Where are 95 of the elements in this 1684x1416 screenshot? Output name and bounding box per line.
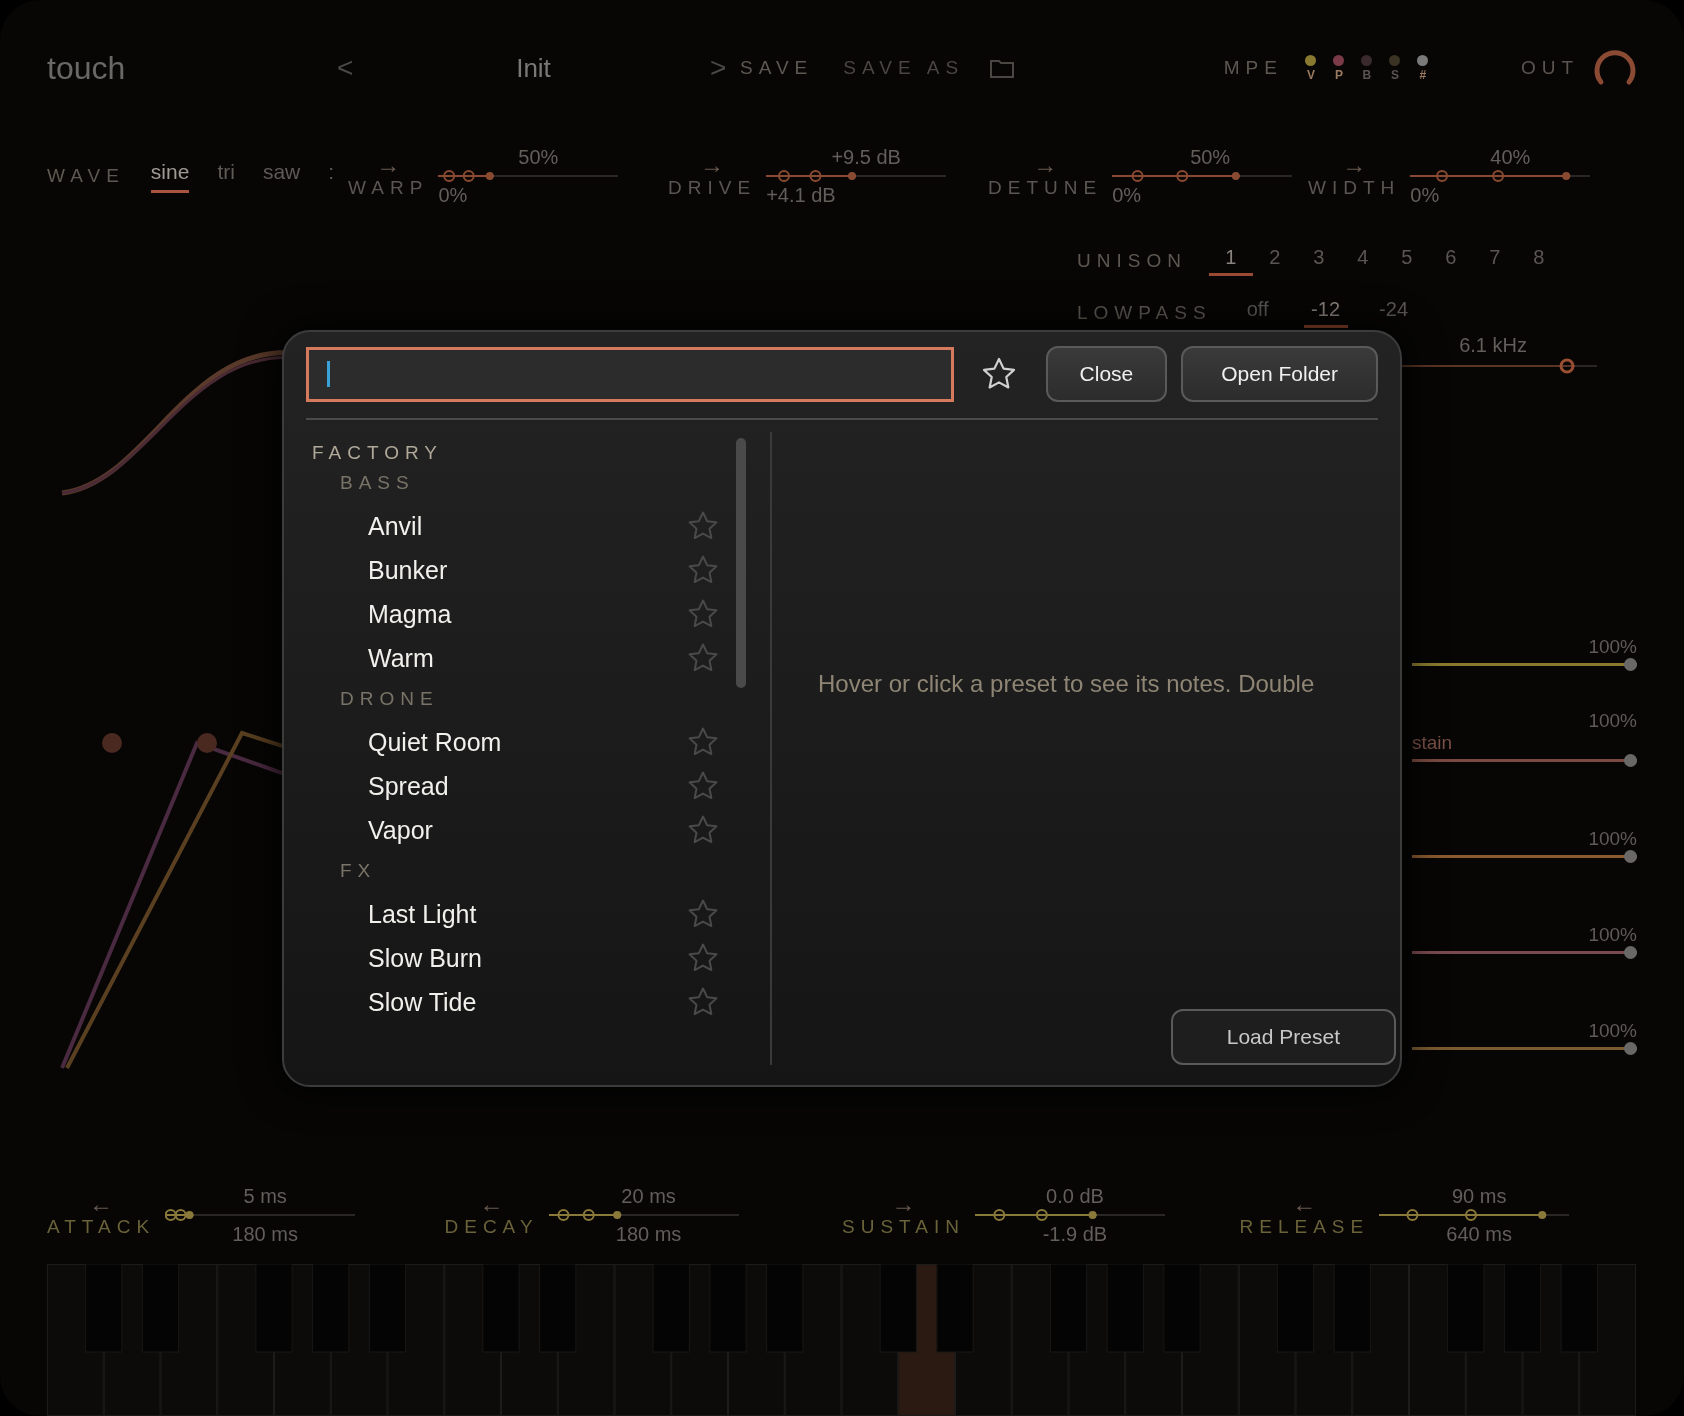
max-value: 90 ms xyxy=(1451,1185,1507,1207)
range-slider[interactable] xyxy=(766,168,947,184)
voice-count-option[interactable]: 2 xyxy=(1252,246,1297,276)
arrow-icon: → xyxy=(1033,153,1058,177)
preset-item[interactable]: Spread xyxy=(368,771,686,801)
dimension-label[interactable]: S xyxy=(1390,67,1399,82)
slope-option[interactable]: -24 xyxy=(1371,298,1416,328)
max-value: 20 ms xyxy=(621,1185,676,1207)
max-value: 0.0 dB xyxy=(1046,1185,1104,1207)
dimension-label[interactable]: P xyxy=(1334,67,1343,82)
envelope-label: ATTACK xyxy=(47,1216,156,1238)
slope-option[interactable]: off xyxy=(1235,298,1280,328)
amount-value: 100% xyxy=(1588,828,1637,850)
preset-item[interactable]: Quiet Room xyxy=(368,727,686,757)
close-button[interactable]: Close xyxy=(1045,346,1168,402)
param-label: WIDTH xyxy=(1308,177,1401,199)
range-slider[interactable] xyxy=(1410,168,1591,184)
voice-count-option[interactable]: 5 xyxy=(1384,246,1429,276)
min-value: 0% xyxy=(1410,184,1440,206)
range-slider[interactable] xyxy=(1112,168,1293,184)
arrow-icon: → xyxy=(1342,153,1367,177)
amount-value: 100% xyxy=(1588,710,1637,732)
param-label: DRIVE xyxy=(668,177,757,199)
min-value: 180 ms xyxy=(615,1223,682,1245)
arrow-icon: → xyxy=(376,153,401,177)
range-slider[interactable] xyxy=(1379,1207,1570,1223)
envelope-label: DECAY xyxy=(444,1216,539,1238)
preset-item[interactable]: Warm xyxy=(368,643,686,673)
arrow-icon: ← xyxy=(479,1192,504,1216)
preset-name[interactable]: Init xyxy=(357,52,710,84)
preset-item[interactable]: Last Light xyxy=(368,899,686,929)
range-slider[interactable] xyxy=(548,1207,739,1223)
dimension-label[interactable]: B xyxy=(1362,67,1372,82)
cutoff-value: 6.1 kHz xyxy=(1459,334,1527,356)
min-value: 640 ms xyxy=(1446,1223,1512,1245)
lowpass-label: LOWPASS xyxy=(1077,302,1212,324)
max-value: +9.5 dB xyxy=(831,146,901,168)
param-label: WARP xyxy=(348,177,429,199)
preset-item[interactable]: Anvil xyxy=(368,511,686,541)
load-preset-button[interactable]: Load Preset xyxy=(1170,1009,1396,1065)
amount-value: 100% xyxy=(1588,1020,1637,1042)
min-value: 0% xyxy=(438,184,468,206)
max-value: 50% xyxy=(1190,146,1231,168)
max-value: 40% xyxy=(1490,146,1531,168)
wave-option[interactable]: tri xyxy=(217,159,235,193)
open-folder-button[interactable]: Open Folder xyxy=(1181,346,1378,402)
max-value: 50% xyxy=(518,146,559,168)
arrow-icon: → xyxy=(700,153,725,177)
wave-option[interactable]: sine xyxy=(150,159,190,193)
amount-value: 100% xyxy=(1588,924,1637,946)
amount-value: 100% xyxy=(1588,636,1637,658)
envelope-label: RELEASE xyxy=(1239,1216,1370,1238)
min-value: 180 ms xyxy=(232,1223,298,1245)
preset-notes-text: Hover or click a preset to see its notes. Double xyxy=(818,670,1316,698)
voice-count-option[interactable]: 8 xyxy=(1516,246,1561,276)
save-button[interactable]: SAVE xyxy=(740,57,814,79)
app-title: touch xyxy=(47,49,127,87)
more-options[interactable]: : xyxy=(328,159,335,193)
range-slider[interactable] xyxy=(165,1207,356,1223)
unison-label: UNISON xyxy=(1077,250,1187,272)
arrow-icon: → xyxy=(891,1192,916,1216)
preset-item[interactable]: Bunker xyxy=(368,555,686,585)
voice-count-option[interactable]: 6 xyxy=(1428,246,1473,276)
min-value: 0% xyxy=(1112,184,1142,206)
search-field[interactable] xyxy=(306,346,954,402)
wave-option[interactable]: saw xyxy=(262,159,301,193)
voice-count-option[interactable]: 7 xyxy=(1472,246,1517,276)
voice-count-option[interactable]: 1 xyxy=(1208,246,1253,276)
envelope-label: SUSTAIN xyxy=(842,1216,965,1238)
param-label: DETUNE xyxy=(988,177,1103,199)
folder-icon[interactable] xyxy=(990,58,1015,78)
preset-item[interactable]: Slow Burn xyxy=(368,943,686,973)
voice-count-option[interactable]: 4 xyxy=(1340,246,1385,276)
voice-count-option[interactable]: 3 xyxy=(1296,246,1341,276)
range-slider[interactable] xyxy=(974,1207,1165,1223)
category-label: BASS xyxy=(340,472,416,494)
preset-item[interactable]: Magma xyxy=(368,599,686,629)
preset-item[interactable]: Slow Tide xyxy=(368,987,686,1017)
mpe-label: MPE xyxy=(1223,57,1283,79)
category-label: FACTORY xyxy=(312,442,445,464)
arrow-icon: ← xyxy=(89,1192,114,1216)
dimension-label[interactable]: V xyxy=(1306,67,1315,82)
min-value: +4.1 dB xyxy=(766,184,836,206)
scrollbar[interactable] xyxy=(736,438,746,688)
category-label: FX xyxy=(340,860,378,882)
arrow-icon: ← xyxy=(1292,1192,1317,1216)
dimension-label[interactable]: # xyxy=(1419,67,1427,82)
preset-item[interactable]: Vapor xyxy=(368,815,686,845)
output-label: OUT xyxy=(1520,57,1579,79)
category-label: DRONE xyxy=(340,688,440,710)
wave-label: WAVE xyxy=(47,165,125,187)
mod-target-label: stain xyxy=(1412,732,1454,754)
range-slider[interactable] xyxy=(438,168,619,184)
max-value: 5 ms xyxy=(243,1185,287,1207)
min-value: -1.9 dB xyxy=(1042,1223,1108,1245)
